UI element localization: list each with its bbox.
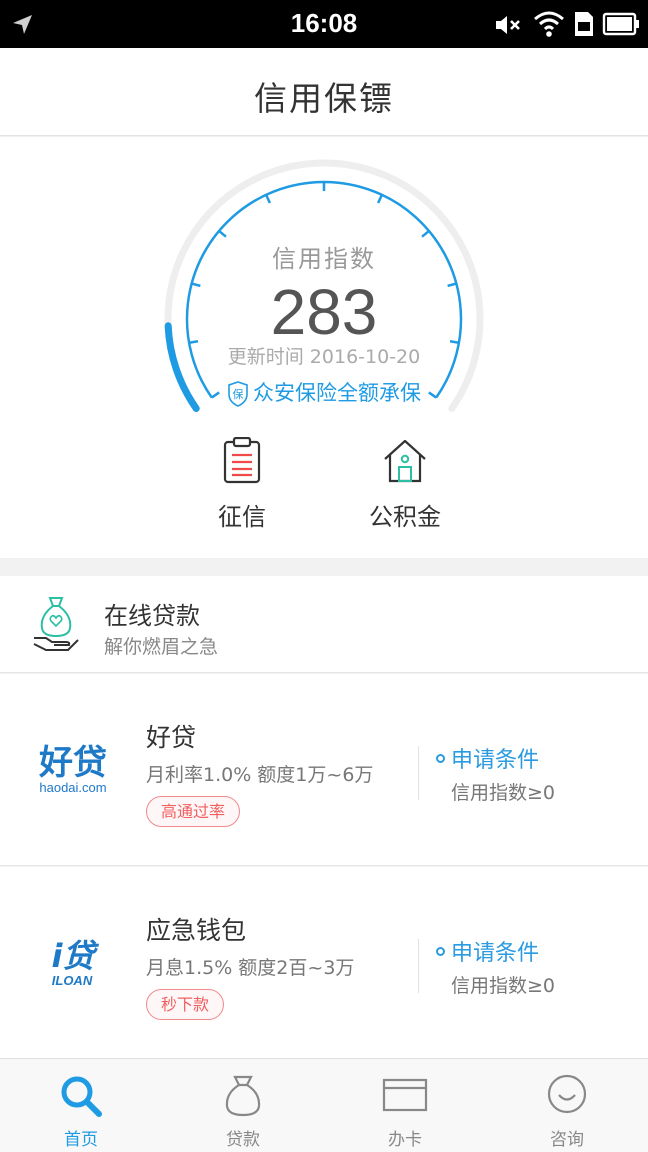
page-title: 信用保镖	[254, 79, 394, 118]
loan-item-emergency-wallet[interactable]: i贷 ILOAN 应急钱包 月息1.5% 额度2百~3万 秒下款 申请条件 信用…	[0, 867, 648, 1059]
quick-action-housing-fund[interactable]: 公积金	[335, 437, 475, 532]
divider	[418, 746, 419, 800]
smiley-icon	[547, 1074, 587, 1114]
tab-loans[interactable]: 贷款	[162, 1059, 324, 1152]
tab-consult[interactable]: 咨询	[486, 1059, 648, 1152]
loan-tag-badge: 高通过率	[146, 796, 241, 827]
no-sim-icon	[575, 12, 593, 36]
apply-conditions-label: 申请条件	[451, 748, 540, 773]
tab-label: 咨询	[550, 1130, 584, 1150]
credit-score-panel: 信用指数 283 更新时间 2016-10-20 保 众安保险全额承保 征信 公…	[0, 137, 648, 558]
gauge-tick	[218, 229, 227, 238]
loan-item-haodai[interactable]: 好贷 haodai.com 好贷 月利率1.0% 额度1万~6万 高通过率 申请…	[0, 674, 648, 866]
gauge-tick	[376, 194, 384, 204]
apply-conditions-label: 申请条件	[451, 941, 540, 966]
logo-text: i贷	[52, 937, 100, 975]
shield-icon: 保	[228, 381, 248, 407]
section-title: 在线贷款	[104, 602, 200, 630]
credit-index-label: 信用指数	[272, 245, 376, 273]
gauge-tick	[421, 229, 430, 238]
money-bag-hand-icon	[33, 597, 79, 651]
loan-terms: 月利率1.0% 额度1万~6万	[146, 764, 374, 786]
battery-icon	[602, 12, 639, 36]
loan-terms: 月息1.5% 额度2百~3万	[146, 957, 355, 979]
circle-bullet-icon	[436, 753, 445, 763]
insurance-note[interactable]: 保 众安保险全额承保	[0, 377, 648, 407]
insurance-text: 众安保险全额承保	[253, 381, 421, 405]
tab-label: 首页	[64, 1130, 98, 1150]
section-subtitle: 解你燃眉之急	[104, 636, 219, 658]
credit-requirement: 信用指数≥0	[451, 782, 556, 804]
quick-action-label: 公积金	[369, 503, 441, 531]
circle-bullet-icon	[436, 946, 445, 956]
status-bar: 16:08	[0, 0, 648, 48]
logo-subtext: haodai.com	[39, 780, 106, 795]
wifi-icon	[534, 11, 564, 37]
money-bag-icon	[225, 1075, 261, 1117]
search-icon	[61, 1076, 102, 1117]
bottom-tab-bar: 首页 贷款 办卡 咨询	[0, 1058, 648, 1152]
shield-glyph: 保	[233, 387, 244, 401]
credit-score-value: 283	[270, 276, 378, 348]
tab-label: 贷款	[226, 1130, 260, 1150]
house-icon	[384, 439, 426, 483]
credit-requirement: 信用指数≥0	[451, 975, 556, 997]
online-loans-header[interactable]: 在线贷款 解你燃眉之急	[0, 576, 648, 673]
tab-cards[interactable]: 办卡	[324, 1059, 486, 1152]
clipboard-icon	[223, 436, 261, 484]
tab-label: 办卡	[388, 1130, 422, 1150]
quick-action-label: 征信	[218, 503, 266, 531]
logo-subtext: ILOAN	[52, 973, 93, 988]
loan-name: 好贷	[146, 723, 197, 752]
apply-conditions-link[interactable]: 申请条件	[436, 935, 539, 967]
mute-icon	[496, 16, 520, 34]
gauge-tick	[264, 194, 272, 204]
haodai-logo: 好贷 haodai.com	[30, 736, 116, 806]
divider	[418, 939, 419, 993]
loan-tag-badge: 秒下款	[146, 989, 225, 1020]
card-icon	[382, 1078, 428, 1112]
app-header: 信用保镖	[0, 48, 648, 136]
logo-text: 好贷	[38, 743, 107, 783]
apply-conditions-link[interactable]: 申请条件	[436, 742, 539, 774]
iloan-logo: i贷 ILOAN	[30, 929, 116, 999]
tab-home[interactable]: 首页	[0, 1059, 162, 1152]
update-time: 更新时间 2016-10-20	[227, 346, 421, 368]
loan-name: 应急钱包	[146, 916, 247, 945]
quick-action-credit-report[interactable]: 征信	[172, 436, 312, 532]
